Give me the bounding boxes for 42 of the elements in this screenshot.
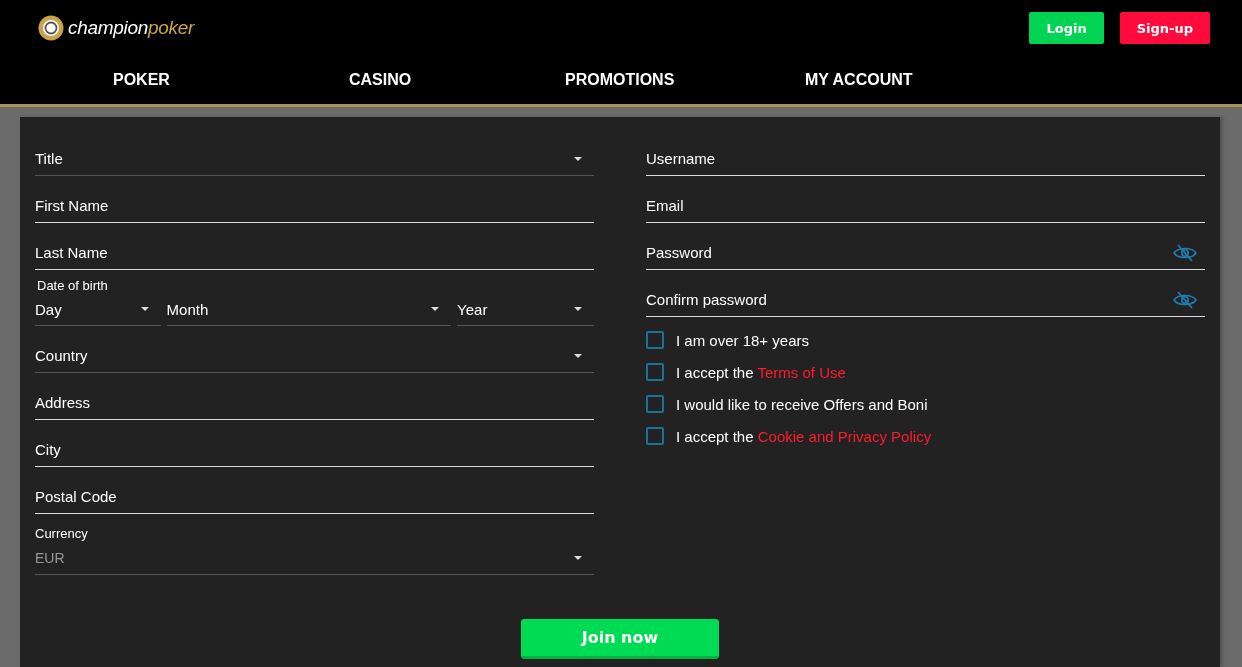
checkbox[interactable] <box>646 363 664 381</box>
eye-slash-icon[interactable] <box>1173 291 1197 309</box>
checkbox[interactable] <box>646 331 664 349</box>
policy-link[interactable]: Terms of Use <box>757 363 846 381</box>
checkbox-label: I accept the Terms of Use <box>676 363 846 381</box>
checkbox-label: I am over 18+ years <box>676 331 809 349</box>
password-field[interactable]: Password <box>646 236 1205 270</box>
text-field[interactable]: Address <box>35 386 594 420</box>
caret-icon <box>574 307 582 311</box>
nav-link[interactable]: POKER <box>113 71 170 88</box>
dropdown[interactable]: Year <box>457 293 594 326</box>
logo-text[interactable]: championpoker <box>68 17 194 39</box>
text-field[interactable]: First Name <box>35 189 594 223</box>
caret-icon <box>574 156 582 161</box>
nav-link[interactable]: PROMOTIONS <box>565 71 675 88</box>
signup-button[interactable]: Sign-up <box>1119 12 1210 44</box>
text-field[interactable]: Last Name <box>35 236 594 270</box>
text-field[interactable]: Email <box>646 189 1205 223</box>
text-field[interactable]: Postal Code <box>35 480 594 514</box>
checkbox[interactable] <box>646 427 664 445</box>
dropdown[interactable]: Country <box>35 339 594 373</box>
dropdown[interactable]: Day <box>35 293 161 326</box>
nav-link[interactable]: MY ACCOUNT <box>805 71 913 88</box>
checkbox-label: I accept the Cookie and Privacy Policy <box>676 427 932 445</box>
checkbox[interactable] <box>646 395 664 413</box>
password-field[interactable]: Confirm password <box>646 283 1205 317</box>
policy-link[interactable]: Cookie and Privacy Policy <box>757 427 932 445</box>
caret-icon <box>431 307 440 311</box>
nav-link[interactable]: CASINO <box>349 71 412 88</box>
text-field[interactable]: Username <box>646 142 1205 176</box>
chip-logo-icon <box>38 15 64 41</box>
field-label: Currency <box>35 526 89 541</box>
dropdown[interactable]: Title <box>35 142 594 176</box>
text-field[interactable]: City <box>35 433 594 467</box>
eye-slash-icon[interactable] <box>1173 244 1197 262</box>
caret-icon <box>140 307 149 311</box>
checkbox-label: I would like to receive Offers and Boni <box>676 395 928 413</box>
dropdown[interactable]: EUR <box>35 541 594 575</box>
caret-icon <box>574 555 582 560</box>
dropdown[interactable]: Month <box>166 293 452 326</box>
caret-icon <box>574 353 582 358</box>
field-label: Date of birth <box>37 278 109 293</box>
